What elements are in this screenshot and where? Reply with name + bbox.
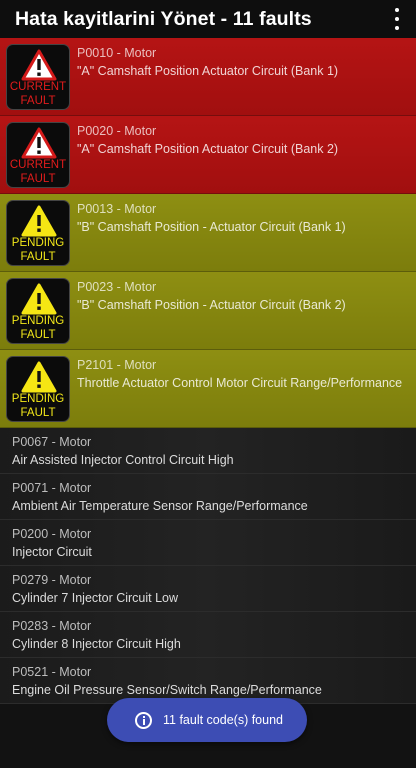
badge-line1: PENDING: [11, 237, 65, 249]
fault-list: CURRENT FAULT P0010 - Motor "A" Camshaft…: [0, 38, 416, 704]
current-fault-badge: CURRENT FAULT: [6, 122, 70, 188]
list-item[interactable]: PENDING FAULT P0023 - Motor "B" Camshaft…: [0, 272, 416, 350]
fault-code: P2101 - Motor: [77, 358, 157, 372]
fault-description: Injector Circuit: [12, 545, 92, 559]
warning-icon: [21, 361, 57, 393]
fault-code: P0010 - Motor: [77, 46, 157, 60]
fault-code: P0071 - Motor: [12, 481, 92, 495]
list-item[interactable]: P0283 - Motor Cylinder 8 Injector Circui…: [0, 612, 416, 658]
fault-description: Engine Oil Pressure Sensor/Switch Range/…: [12, 683, 322, 697]
fault-description: "B" Camshaft Position - Actuator Circuit…: [77, 220, 346, 234]
fault-code: P0067 - Motor: [12, 435, 92, 449]
badge-line2: FAULT: [20, 329, 56, 341]
list-item[interactable]: P0067 - Motor Air Assisted Injector Cont…: [0, 428, 416, 474]
fault-description: Throttle Actuator Control Motor Circuit …: [77, 376, 403, 390]
badge-line2: FAULT: [20, 173, 56, 185]
pending-fault-badge: PENDING FAULT: [6, 356, 70, 422]
fault-code: P0283 - Motor: [12, 619, 92, 633]
current-fault-badge: CURRENT FAULT: [6, 44, 70, 110]
fault-description: Cylinder 8 Injector Circuit High: [12, 637, 181, 651]
badge-line1: CURRENT: [9, 159, 67, 171]
snackbar-text: 11 fault code(s) found: [163, 713, 283, 727]
badge-line1: PENDING: [11, 393, 65, 405]
badge-line1: CURRENT: [9, 81, 67, 93]
list-item[interactable]: CURRENT FAULT P0020 - Motor "A" Camshaft…: [0, 116, 416, 194]
fault-description: "A" Camshaft Position Actuator Circuit (…: [77, 64, 339, 78]
badge-line2: FAULT: [20, 251, 56, 263]
pending-fault-badge: PENDING FAULT: [6, 278, 70, 344]
list-item[interactable]: P0071 - Motor Ambient Air Temperature Se…: [0, 474, 416, 520]
fault-description: "B" Camshaft Position - Actuator Circuit…: [77, 298, 346, 312]
list-item[interactable]: CURRENT FAULT P0010 - Motor "A" Camshaft…: [0, 38, 416, 116]
fault-code: P0521 - Motor: [12, 665, 92, 679]
app-bar: Hata kayitlarini Yönet - 11 faults: [0, 0, 416, 38]
snackbar[interactable]: 11 fault code(s) found: [107, 698, 307, 742]
fault-description: "A" Camshaft Position Actuator Circuit (…: [77, 142, 339, 156]
warning-icon: [21, 127, 57, 159]
list-item[interactable]: P0279 - Motor Cylinder 7 Injector Circui…: [0, 566, 416, 612]
warning-icon: [21, 283, 57, 315]
more-vert-icon[interactable]: [392, 8, 402, 30]
fault-code: P0200 - Motor: [12, 527, 92, 541]
warning-icon: [21, 205, 57, 237]
fault-code: P0020 - Motor: [77, 124, 157, 138]
fault-description: Cylinder 7 Injector Circuit Low: [12, 591, 179, 605]
fault-code: P0013 - Motor: [77, 202, 157, 216]
list-item[interactable]: PENDING FAULT P2101 - Motor Throttle Act…: [0, 350, 416, 428]
fault-code: P0023 - Motor: [77, 280, 157, 294]
fault-code: P0279 - Motor: [12, 573, 92, 587]
pending-fault-badge: PENDING FAULT: [6, 200, 70, 266]
list-item[interactable]: P0200 - Motor Injector Circuit: [0, 520, 416, 566]
fault-description: Ambient Air Temperature Sensor Range/Per…: [12, 499, 308, 513]
info-icon: [135, 711, 152, 729]
badge-line2: FAULT: [20, 407, 56, 419]
badge-line1: PENDING: [11, 315, 65, 327]
warning-icon: [21, 49, 57, 81]
fault-description: Air Assisted Injector Control Circuit Hi…: [12, 453, 234, 467]
list-item[interactable]: PENDING FAULT P0013 - Motor "B" Camshaft…: [0, 194, 416, 272]
page-title: Hata kayitlarini Yönet - 11 faults: [15, 7, 312, 30]
badge-line2: FAULT: [20, 95, 56, 107]
